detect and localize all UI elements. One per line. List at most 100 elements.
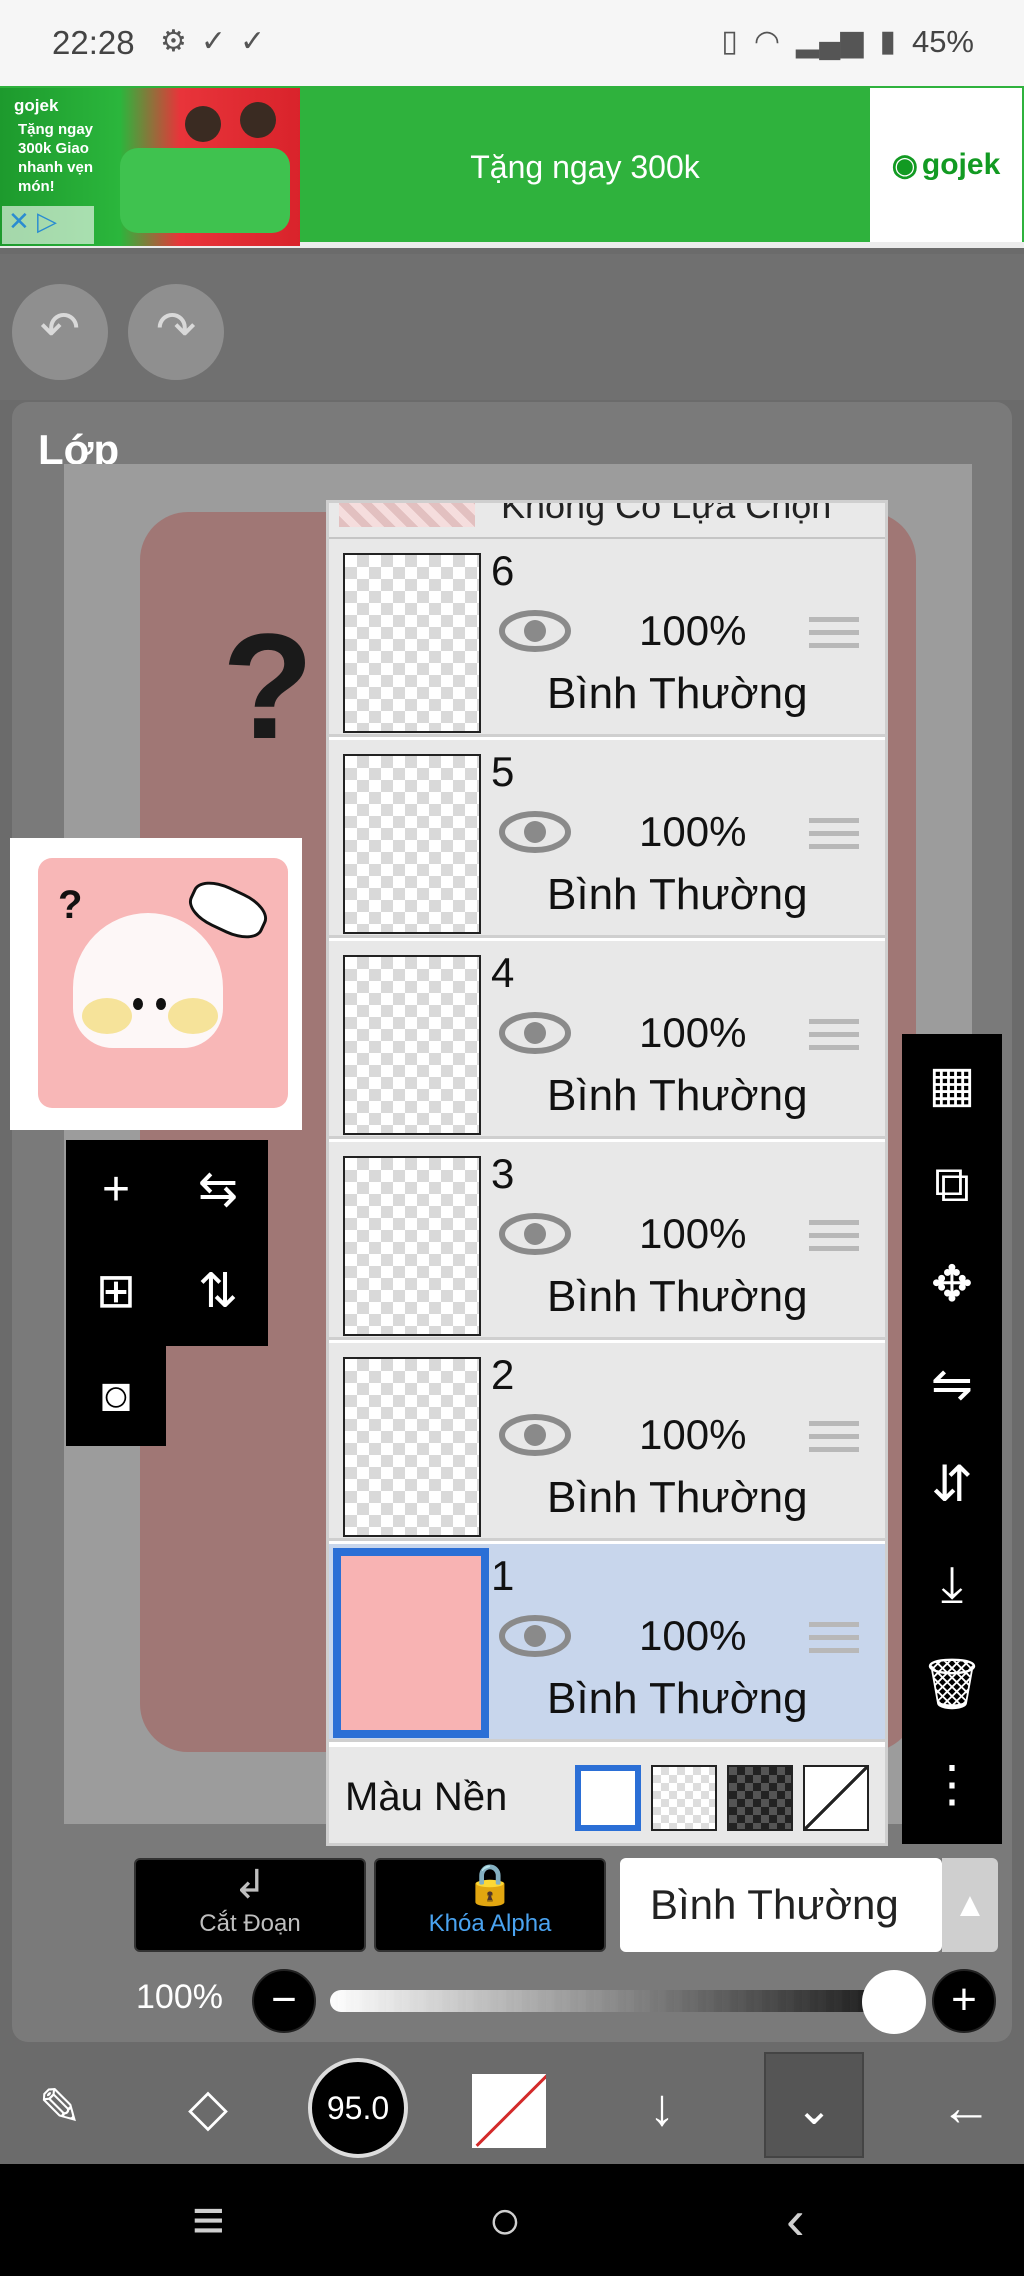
layer-tools-grid: + ⇆ ⊞ ⇅ <box>66 1140 268 1346</box>
status-bar: 22:28 ⚙ ✓ ✓ ▯ ◠ ▂▄▆ ▮ 45% <box>0 0 1024 86</box>
opacity-increase-button[interactable]: + <box>932 1969 996 2033</box>
visibility-eye-icon[interactable] <box>499 810 571 854</box>
color-picker-button[interactable] <box>472 2074 546 2148</box>
top-toolbar: ↶ ↷ <box>0 254 1024 400</box>
layer-row-5[interactable]: 5 100% Bình Thường <box>329 740 885 938</box>
add-layer-copy-button[interactable]: ⊞ <box>66 1242 166 1342</box>
background-color-row: Màu Nền <box>329 1747 885 1843</box>
eraser-icon[interactable]: ◇ <box>158 2052 258 2164</box>
move-icon[interactable]: ✥ <box>902 1234 1002 1334</box>
drag-handle-icon[interactable] <box>809 1019 859 1059</box>
collapse-button[interactable]: ⌄ <box>764 2052 864 2158</box>
ad-brand: gojek <box>14 96 59 115</box>
drag-handle-icon[interactable] <box>809 818 859 858</box>
ad-close-icon[interactable]: ✕ ▷ <box>2 206 94 244</box>
layer-thumbnail <box>339 503 475 527</box>
blend-mode-select[interactable]: Bình Thường <box>620 1858 942 1952</box>
layer-opacity: 100% <box>639 1009 747 1056</box>
flip-horizontal-icon[interactable]: ⇋ <box>902 1334 1002 1434</box>
tool-switch-icon[interactable]: ✎ <box>10 2052 110 2164</box>
back-arrow-icon[interactable]: ← <box>916 2052 1016 2164</box>
more-options-icon[interactable]: ⋮ <box>902 1734 1002 1834</box>
drag-handle-icon[interactable] <box>809 1622 859 1662</box>
layer-thumbnail <box>343 1357 481 1537</box>
ad-headline[interactable]: Tặng ngay 300k <box>300 86 870 248</box>
preview-cheek <box>168 998 218 1034</box>
layer-number: 3 <box>491 1150 515 1197</box>
clipping-button[interactable]: ↲ Cắt Đoạn <box>134 1858 366 1952</box>
alpha-lock-button[interactable]: 🔒 Khóa Alpha <box>374 1858 606 1952</box>
layer-blend-mode: Bình Thường <box>547 1674 808 1723</box>
blend-mode-dropdown-button[interactable]: ▲ <box>942 1858 998 1952</box>
clipping-label: Cắt Đoạn <box>199 1910 301 1937</box>
layer-opacity: 100% <box>639 1411 747 1458</box>
layer-row-1[interactable]: 1 100% Bình Thường <box>329 1544 885 1742</box>
flip-vertical-button[interactable]: ⇅ <box>168 1242 268 1342</box>
gear-icon: ⚙ <box>160 25 187 58</box>
layer-list[interactable]: Không Có Lựa Chọn 6 100% Bình Thường 5 1… <box>326 500 888 1846</box>
redo-button[interactable]: ↷ <box>128 284 224 380</box>
preview-question-mark: ? <box>58 883 83 927</box>
home-icon[interactable]: ○ <box>488 2164 522 2276</box>
bottom-toolbar: ✎ ◇ 95.0 ↓ ← <box>0 2052 1024 2164</box>
transform-layer-icon[interactable]: ⧉ <box>902 1134 1002 1234</box>
system-nav-bar: ≡ ○ ‹ <box>0 2164 1024 2276</box>
trash-icon[interactable]: 🗑 <box>902 1634 1002 1734</box>
visibility-eye-icon[interactable] <box>499 609 571 653</box>
layer-blend-mode: Bình Thường <box>547 1272 808 1321</box>
opacity-decrease-button[interactable]: − <box>252 1969 316 2033</box>
double-chevron-down-icon: ⌄ <box>795 2085 833 2134</box>
status-time: 22:28 <box>52 24 135 61</box>
preview-cheek <box>82 998 132 1034</box>
visibility-eye-icon[interactable] <box>499 1212 571 1256</box>
opacity-slider-knob[interactable] <box>862 1970 926 2034</box>
swatch-white[interactable] <box>575 1765 641 1831</box>
undo-button[interactable]: ↶ <box>12 284 108 380</box>
layer-row-2[interactable]: 2 100% Bình Thường <box>329 1343 885 1541</box>
brush-size-button[interactable]: 95.0 <box>308 2058 408 2158</box>
checker-fill-icon[interactable]: ▦ <box>902 1034 1002 1134</box>
partial-row-label: Không Có Lựa Chọn <box>501 503 832 526</box>
layer-number: 6 <box>491 547 515 594</box>
visibility-eye-icon[interactable] <box>499 1614 571 1658</box>
opacity-slider[interactable] <box>330 1990 896 2012</box>
battery-icon: ▮ <box>879 25 896 58</box>
ad-logo[interactable]: ◉ gojek <box>870 88 1022 242</box>
flip-horizontal-button[interactable]: ⇆ <box>168 1140 268 1240</box>
recent-apps-icon[interactable]: ≡ <box>192 2164 225 2276</box>
camera-icon[interactable]: ◙ <box>66 1346 166 1446</box>
artwork-preview[interactable]: ? <box>10 838 302 1130</box>
swatch-dark-checker[interactable] <box>727 1765 793 1831</box>
arrow-down-icon[interactable]: ↓ <box>612 2052 712 2164</box>
back-icon[interactable]: ‹ <box>786 2164 805 2276</box>
layer-row-4[interactable]: 4 100% Bình Thường <box>329 941 885 1139</box>
layer-row-partial[interactable]: Không Có Lựa Chọn <box>329 503 885 539</box>
ad-banner[interactable]: gojek Tặng ngay 300k Giao nhanh vẹn món!… <box>0 86 1024 248</box>
layer-blend-mode: Bình Thường <box>547 870 808 919</box>
visibility-eye-icon[interactable] <box>499 1011 571 1055</box>
drag-handle-icon[interactable] <box>809 1421 859 1461</box>
layer-action-toolbar: ▦ ⧉ ✥ ⇋ ⇵ ⤓ 🗑 ⋮ <box>902 1034 1002 1844</box>
alpha-lock-label: Khóa Alpha <box>428 1910 552 1937</box>
opacity-value: 100% <box>136 1978 223 2016</box>
layer-row-3[interactable]: 3 100% Bình Thường <box>329 1142 885 1340</box>
layer-row-6[interactable]: 6 100% Bình Thường <box>329 539 885 737</box>
drag-handle-icon[interactable] <box>809 1220 859 1260</box>
ad-image[interactable]: gojek Tặng ngay 300k Giao nhanh vẹn món!… <box>0 88 300 246</box>
drag-handle-icon[interactable] <box>809 617 859 657</box>
camera-tool: ◙ <box>66 1346 166 1446</box>
vibrate-icon: ▯ <box>721 25 738 58</box>
swatch-none[interactable] <box>803 1765 869 1831</box>
checkmark-icon: ✓ <box>200 25 227 58</box>
swatch-transparent[interactable] <box>651 1765 717 1831</box>
ad-person <box>185 106 221 142</box>
visibility-eye-icon[interactable] <box>499 1413 571 1457</box>
merge-down-icon[interactable]: ⤓ <box>902 1534 1002 1634</box>
ad-logo-text: gojek <box>921 148 1001 181</box>
app-root: 22:28 ⚙ ✓ ✓ ▯ ◠ ▂▄▆ ▮ 45% gojek Tặng nga… <box>0 0 1024 2276</box>
preview-eye <box>156 998 166 1010</box>
flip-vertical-icon[interactable]: ⇵ <box>902 1434 1002 1534</box>
wifi-icon: ◠ <box>753 25 781 58</box>
layer-opacity: 100% <box>639 1612 747 1659</box>
add-layer-button[interactable]: + <box>66 1140 166 1240</box>
